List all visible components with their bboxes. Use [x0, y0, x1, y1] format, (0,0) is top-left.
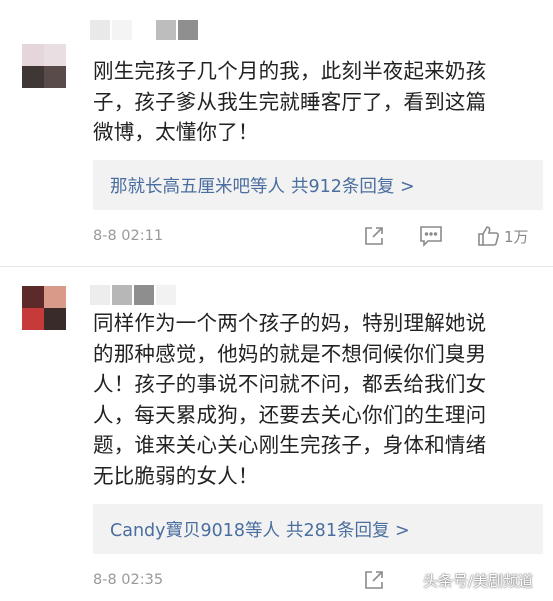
avatar[interactable]	[22, 286, 66, 330]
share-button[interactable]	[363, 225, 385, 247]
share-icon	[365, 571, 383, 589]
comment-button[interactable]	[419, 225, 443, 247]
username-blurred[interactable]	[90, 285, 198, 305]
avatar[interactable]	[22, 44, 66, 88]
username-blurred[interactable]	[90, 20, 198, 40]
share-button[interactable]	[363, 569, 385, 591]
comment-time: 8-8 02:35	[93, 572, 164, 588]
watermark: 头条号/美剧频道	[401, 570, 533, 591]
toutiao-logo-icon	[401, 571, 419, 590]
divider	[0, 266, 553, 267]
comment-text: 刚生完孩子几个月的我，此刻半夜起来奶孩 子，孩子爹从我生完就睡客厅了，看到这篇 …	[93, 59, 487, 144]
comment-text: 同样作为一个两个孩子的妈，特别理解她说 的那种感觉，他妈的就是不想伺候你们臭男 …	[93, 311, 487, 488]
comment-icon	[420, 226, 442, 247]
comment-meta: 8-8 02:11 1万	[93, 222, 543, 250]
like-button[interactable]: 1万	[477, 225, 529, 247]
like-count: 1万	[504, 227, 529, 246]
reply-summary[interactable]: Candy寶贝9018等人 共281条回复 >	[93, 504, 543, 554]
comment-item: 同样作为一个两个孩子的妈，特别理解她说 的那种感觉，他妈的就是不想伺候你们臭男 …	[0, 268, 553, 601]
reply-users[interactable]: 那就长高五厘米吧等人	[110, 173, 285, 198]
comment-item: 刚生完孩子几个月的我，此刻半夜起来奶孩 子，孩子爹从我生完就睡客厅了，看到这篇 …	[0, 0, 553, 264]
comment-time: 8-8 02:11	[93, 228, 164, 244]
like-icon	[478, 226, 499, 246]
reply-count[interactable]: 共281条回复 >	[286, 517, 410, 542]
reply-summary[interactable]: 那就长高五厘米吧等人 共912条回复 >	[93, 160, 543, 210]
reply-count[interactable]: 共912条回复 >	[291, 173, 415, 198]
share-icon	[365, 227, 383, 245]
watermark-text: 头条号/美剧频道	[422, 572, 533, 590]
reply-users[interactable]: Candy寶贝9018等人	[110, 517, 280, 542]
